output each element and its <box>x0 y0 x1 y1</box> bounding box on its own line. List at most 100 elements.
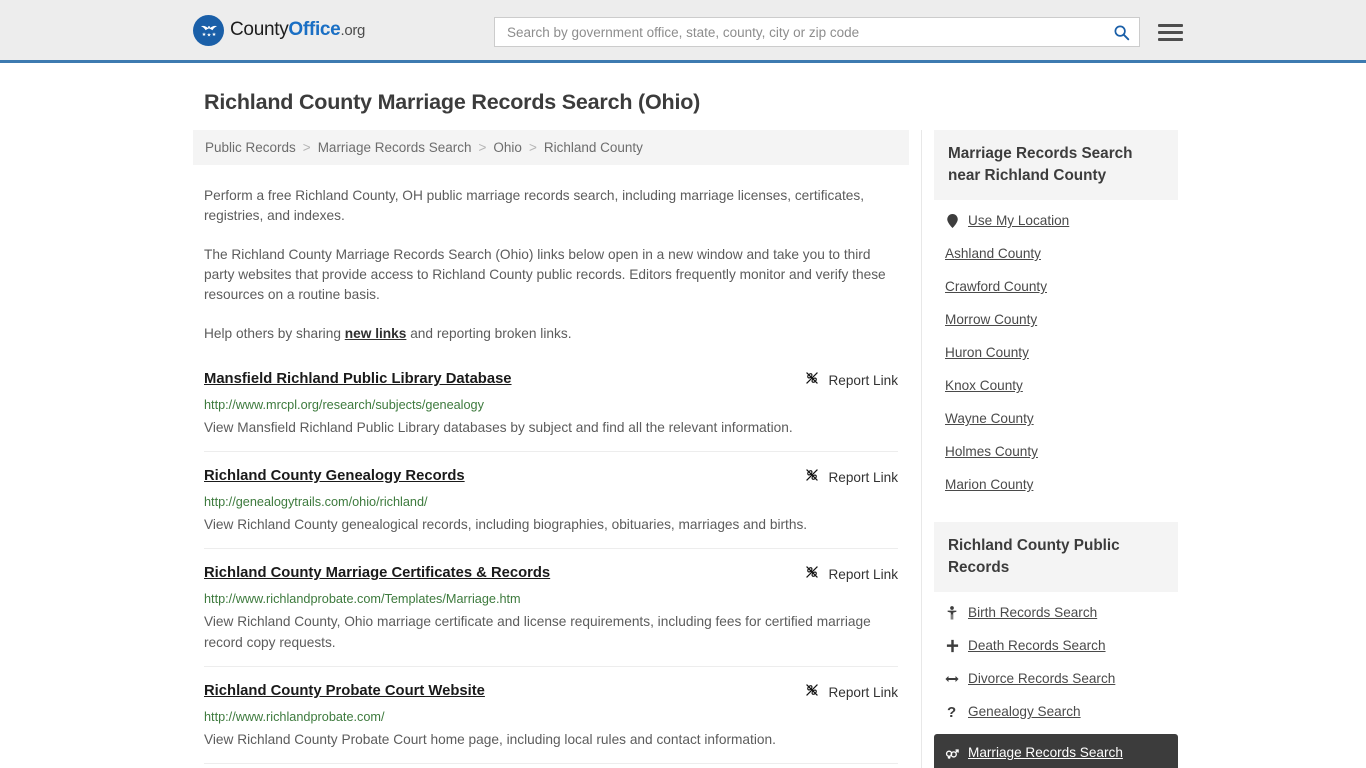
gender-symbols-icon <box>945 746 959 760</box>
breadcrumb-separator: > <box>302 140 311 155</box>
sidebar-card-nearby: Marriage Records Search near Richland Co… <box>934 130 1178 501</box>
sidebar-item-label: Huron County <box>945 345 1029 360</box>
page-title: Richland County Marriage Records Search … <box>204 90 701 114</box>
sidebar-item-genealogy-search[interactable]: ? Genealogy Search <box>934 695 1178 728</box>
sidebar-item-label: Ashland County <box>945 246 1041 261</box>
intro-paragraph-1: Perform a free Richland County, OH publi… <box>204 188 865 223</box>
logo-text-county: County <box>230 19 289 40</box>
eagle-stars-emblem-icon <box>193 14 224 46</box>
result-header: Richland County Genealogy Records Report… <box>204 466 898 488</box>
svg-text:?: ? <box>947 704 956 719</box>
search-input[interactable] <box>505 23 1111 41</box>
result-description: View Richland County Probate Court home … <box>204 732 776 747</box>
intro-p3-after: and reporting broken links. <box>406 326 572 341</box>
intro-section: Perform a free Richland County, OH publi… <box>204 186 898 344</box>
sidebar-item-marriage-records-search[interactable]: Marriage Records Search <box>934 734 1178 768</box>
header-search-zone <box>494 17 1183 47</box>
sidebar-item-divorce-records-search[interactable]: Divorce Records Search <box>934 662 1178 695</box>
hamburger-bar <box>1158 37 1183 41</box>
sidebar-item-holmes-county[interactable]: Holmes County <box>934 435 1178 468</box>
sidebar-item-death-records-search[interactable]: Death Records Search <box>934 629 1178 662</box>
report-link-label: Report Link <box>828 567 898 582</box>
sidebar-item-ashland-county[interactable]: Ashland County <box>934 237 1178 270</box>
result-title-link[interactable]: Richland County Probate Court Website <box>204 681 485 701</box>
result-url: http://genealogytrails.com/ohio/richland… <box>204 495 428 509</box>
intro-p3-before: Help others by sharing <box>204 326 345 341</box>
result-url: http://www.richlandprobate.com/ <box>204 710 385 724</box>
page-body: Richland County Marriage Records Search … <box>0 90 1366 768</box>
sidebar-item-use-my-location[interactable]: Use My Location <box>934 204 1178 237</box>
sidebar-item-marion-county[interactable]: Marion County <box>934 468 1178 501</box>
sidebar-item-wayne-county[interactable]: Wayne County <box>934 402 1178 435</box>
breadcrumb-item-ohio[interactable]: Ohio <box>493 140 522 155</box>
sidebar: Marriage Records Search near Richland Co… <box>934 130 1178 768</box>
broken-link-icon <box>804 564 820 585</box>
report-link-label: Report Link <box>828 470 898 485</box>
result-title-link[interactable]: Mansfield Richland Public Library Databa… <box>204 369 512 389</box>
result-title-link[interactable]: Richland County Genealogy Records <box>204 466 465 486</box>
intro-paragraph-2: The Richland County Marriage Records Sea… <box>204 247 886 302</box>
result-header: Richland County Marriage Certificates & … <box>204 563 898 585</box>
breadcrumb: Public Records > Marriage Records Search… <box>193 130 909 165</box>
sidebar-public-records-list: Birth Records Search Death Records Searc… <box>934 592 1178 768</box>
results-list: Mansfield Richland Public Library Databa… <box>204 369 898 768</box>
result-title-link[interactable]: Richland County Marriage Certificates & … <box>204 563 550 583</box>
result-header: Richland County Probate Court Website Re… <box>204 681 898 703</box>
search-box[interactable] <box>494 17 1140 47</box>
sidebar-item-label: Birth Records Search <box>968 605 1098 620</box>
breadcrumb-separator: > <box>478 140 487 155</box>
sidebar-item-label: Genealogy Search <box>968 704 1081 719</box>
hamburger-menu-icon[interactable] <box>1158 23 1183 41</box>
site-header: CountyOffice.org <box>0 0 1366 63</box>
report-link-button[interactable]: Report Link <box>804 563 898 585</box>
sidebar-card-public-records: Richland County Public Records Birth Rec… <box>934 522 1178 768</box>
cross-icon <box>945 639 959 653</box>
sidebar-item-label: Morrow County <box>945 312 1038 327</box>
sidebar-item-crawford-county[interactable]: Crawford County <box>934 270 1178 303</box>
report-link-label: Report Link <box>828 685 898 700</box>
result-description: View Richland County, Ohio marriage cert… <box>204 614 871 650</box>
map-pin-icon <box>945 213 959 228</box>
result-item: Richland County Probate Court Website Re… <box>204 681 898 764</box>
baby-icon <box>945 605 959 620</box>
broken-link-icon <box>804 467 820 488</box>
sidebar-item-label: Marriage Records Search <box>968 745 1123 760</box>
search-icon[interactable] <box>1111 22 1131 42</box>
report-link-button[interactable]: Report Link <box>804 681 898 703</box>
sidebar-nearby-title: Marriage Records Search near Richland Co… <box>934 130 1178 200</box>
sidebar-item-huron-county[interactable]: Huron County <box>934 336 1178 369</box>
logo-text-office: Office <box>288 19 341 40</box>
content-row: Public Records > Marriage Records Search… <box>193 130 1366 768</box>
site-logo-text: CountyOffice.org <box>230 19 365 41</box>
sidebar-public-records-title: Richland County Public Records <box>934 522 1178 592</box>
report-link-label: Report Link <box>828 373 898 388</box>
question-mark-icon: ? <box>945 704 959 719</box>
intro-paragraph-3: Help others by sharing new links and rep… <box>204 324 898 344</box>
hamburger-bar <box>1158 23 1183 27</box>
result-description: View Mansfield Richland Public Library d… <box>204 420 793 435</box>
sidebar-item-knox-county[interactable]: Knox County <box>934 369 1178 402</box>
breadcrumb-item-marriage-records-search[interactable]: Marriage Records Search <box>318 140 472 155</box>
report-link-button[interactable]: Report Link <box>804 466 898 488</box>
breadcrumb-item-richland-county[interactable]: Richland County <box>544 140 643 155</box>
sidebar-item-label: Knox County <box>945 378 1023 393</box>
broken-link-icon <box>804 370 820 391</box>
sidebar-item-morrow-county[interactable]: Morrow County <box>934 303 1178 336</box>
sidebar-item-label: Crawford County <box>945 279 1047 294</box>
result-description: View Richland County genealogical record… <box>204 517 808 532</box>
breadcrumb-separator: > <box>528 140 537 155</box>
report-link-button[interactable]: Report Link <box>804 369 898 391</box>
left-right-arrow-icon <box>945 673 959 685</box>
logo-text-tld: .org <box>340 22 366 39</box>
broken-link-icon <box>804 682 820 703</box>
sidebar-item-label: Divorce Records Search <box>968 671 1116 686</box>
new-links-link[interactable]: new links <box>345 326 407 341</box>
site-logo[interactable]: CountyOffice.org <box>193 14 365 46</box>
sidebar-item-label: Death Records Search <box>968 638 1106 653</box>
sidebar-nearby-list: Use My Location Ashland County Crawford … <box>934 200 1178 501</box>
sidebar-item-birth-records-search[interactable]: Birth Records Search <box>934 596 1178 629</box>
breadcrumb-item-public-records[interactable]: Public Records <box>205 140 296 155</box>
sidebar-item-label: Holmes County <box>945 444 1038 459</box>
sidebar-item-label: Marion County <box>945 477 1034 492</box>
main-column: Public Records > Marriage Records Search… <box>193 130 922 768</box>
